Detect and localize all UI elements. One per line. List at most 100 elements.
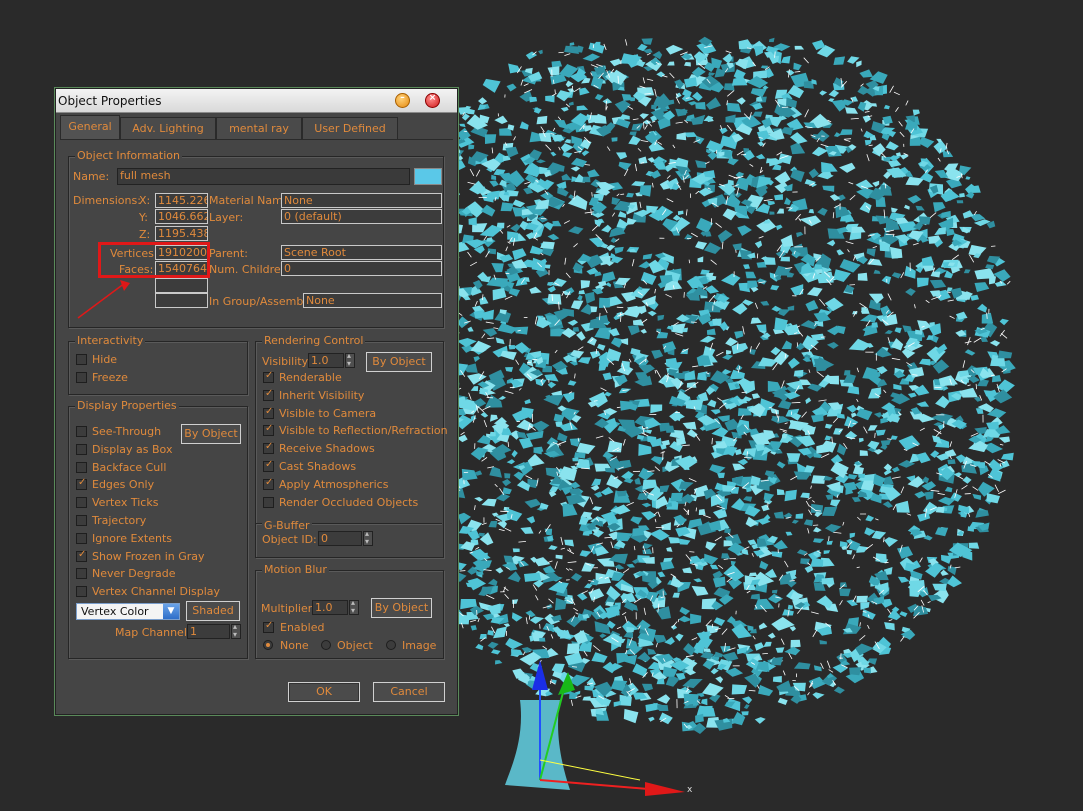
- render-option-checkbox-0[interactable]: [263, 370, 274, 383]
- z-dimension-field: 1195.4388: [155, 226, 208, 241]
- display-option-checkbox-4[interactable]: [76, 497, 87, 509]
- in-group-label: In Group/Assembly:: [209, 295, 316, 308]
- image-radio-label: Image: [402, 639, 437, 652]
- tab-adv-lighting[interactable]: Adv. Lighting: [120, 117, 216, 139]
- display-option-label-7: Show Frozen in Gray: [92, 549, 205, 563]
- x-axis-label: x: [687, 785, 693, 795]
- multiplier-spin-arrows[interactable]: [349, 598, 359, 615]
- render-option-checkbox-5[interactable]: [263, 459, 274, 472]
- object-id-spin-arrows[interactable]: [363, 529, 373, 546]
- display-option-label-9: Vertex Channel Display: [92, 585, 221, 599]
- close-button[interactable]: ×: [425, 93, 440, 108]
- interactivity-group: Interactivity: [68, 334, 248, 395]
- none-radio-label: None: [280, 639, 309, 652]
- display-by-object-button[interactable]: By Object: [181, 424, 241, 444]
- tree-trunk: [505, 700, 570, 790]
- multiplier-spinner[interactable]: 1.0: [312, 600, 348, 615]
- display-option-label-6: Ignore Extents: [92, 531, 173, 545]
- layer-field: 0 (default): [281, 209, 442, 224]
- title-bar[interactable]: Object Properties – ×: [56, 89, 457, 113]
- object-id-label: Object ID:: [262, 533, 317, 546]
- display-option-checkbox-5[interactable]: [76, 515, 87, 526]
- x-label: X:: [139, 194, 151, 207]
- map-channel-spinner[interactable]: 1: [187, 624, 230, 639]
- red-highlight-box: [98, 242, 210, 278]
- freeze-label: Freeze: [92, 371, 128, 384]
- visibility-spinner[interactable]: 1.0: [308, 353, 344, 368]
- minimize-button[interactable]: –: [395, 93, 410, 108]
- object-id-spinner[interactable]: 0: [318, 531, 362, 546]
- render-option-checkbox-4[interactable]: [263, 441, 274, 455]
- display-option-checkbox-7[interactable]: [76, 549, 87, 562]
- hide-checkbox[interactable]: [76, 354, 87, 365]
- minimize-icon: –: [400, 93, 405, 103]
- render-option-label-0: Renderable: [279, 371, 342, 384]
- ok-button[interactable]: OK: [288, 682, 360, 702]
- object-radio[interactable]: [321, 640, 331, 650]
- map-channel-spin-arrows[interactable]: [231, 622, 241, 639]
- display-option-checkbox-3[interactable]: [76, 477, 87, 491]
- display-option-label-5: Trajectory: [92, 514, 147, 527]
- display-properties-title: Display Properties: [75, 399, 179, 412]
- tab-general[interactable]: General: [60, 115, 120, 139]
- display-option-checkbox-1[interactable]: [76, 443, 87, 455]
- motion-blur-title: Motion Blur: [262, 563, 329, 576]
- render-option-checkbox-2[interactable]: [263, 406, 274, 419]
- display-option-checkbox-9[interactable]: [76, 586, 87, 598]
- dimensions-label: Dimensions:: [73, 194, 141, 207]
- object-radio-label: Object: [337, 639, 373, 652]
- visibility-spin-arrows[interactable]: [345, 351, 355, 368]
- display-option-label-8: Never Degrade: [92, 567, 176, 581]
- object-color-swatch[interactable]: [414, 168, 442, 185]
- render-option-label-4: Receive Shadows: [279, 442, 375, 456]
- layer-label: Layer:: [209, 211, 244, 224]
- num-children-field: 0: [281, 261, 442, 276]
- display-option-checkbox-2[interactable]: [76, 461, 87, 473]
- visibility-label: Visibility:: [262, 355, 312, 368]
- cancel-button[interactable]: Cancel: [373, 682, 445, 702]
- enabled-checkbox[interactable]: [263, 620, 274, 633]
- none-radio[interactable]: [263, 640, 273, 650]
- parent-field: Scene Root: [281, 245, 442, 260]
- motion-blur-by-object-button[interactable]: By Object: [371, 598, 432, 618]
- name-label: Name:: [73, 170, 110, 183]
- y-label: Y:: [139, 211, 148, 224]
- chevron-down-icon: ▼: [163, 604, 179, 619]
- dialog-title: Object Properties: [58, 94, 162, 108]
- display-option-checkbox-8[interactable]: [76, 568, 87, 580]
- empty-field-2: [155, 293, 208, 308]
- multiplier-label: Multiplier:: [261, 602, 316, 615]
- map-channel-label: Map Channel:: [115, 626, 191, 639]
- in-group-field: None: [303, 293, 442, 308]
- gbuffer-title: G-Buffer: [262, 519, 312, 532]
- shaded-button[interactable]: Shaded: [186, 601, 240, 621]
- display-option-label-1: Display as Box: [92, 442, 173, 456]
- render-by-object-button[interactable]: By Object: [366, 352, 432, 372]
- display-option-label-4: Vertex Ticks: [92, 496, 159, 510]
- empty-field-1: [155, 278, 208, 293]
- render-option-label-1: Inherit Visibility: [279, 388, 365, 402]
- vertex-color-select-value: Vertex Color: [81, 605, 149, 618]
- display-option-label-2: Backface Cull: [92, 460, 167, 474]
- tab-mental-ray[interactable]: mental ray: [216, 117, 302, 139]
- render-option-checkbox-7[interactable]: [263, 496, 274, 508]
- display-option-label-3: Edges Only: [92, 478, 155, 492]
- y-dimension-field: 1046.6624: [155, 209, 208, 224]
- render-option-label-3: Visible to Reflection/Refraction: [279, 424, 448, 438]
- tab-user-defined[interactable]: User Defined: [302, 117, 398, 139]
- render-option-label-5: Cast Shadows: [279, 460, 357, 473]
- name-input[interactable]: full mesh: [117, 168, 410, 185]
- render-option-checkbox-1[interactable]: [263, 388, 274, 401]
- material-name-field: None: [281, 193, 442, 208]
- vertex-color-select[interactable]: Vertex Color ▼: [76, 603, 180, 620]
- render-option-label-2: Visible to Camera: [279, 406, 377, 420]
- render-option-checkbox-3[interactable]: [263, 423, 274, 437]
- close-icon: ×: [428, 93, 437, 103]
- display-option-checkbox-0[interactable]: [76, 426, 87, 437]
- enabled-label: Enabled: [280, 621, 325, 634]
- render-option-checkbox-6[interactable]: [263, 477, 274, 490]
- freeze-checkbox[interactable]: [76, 372, 87, 383]
- image-radio[interactable]: [386, 640, 396, 650]
- object-information-title: Object Information: [75, 149, 182, 162]
- display-option-checkbox-6[interactable]: [76, 532, 87, 544]
